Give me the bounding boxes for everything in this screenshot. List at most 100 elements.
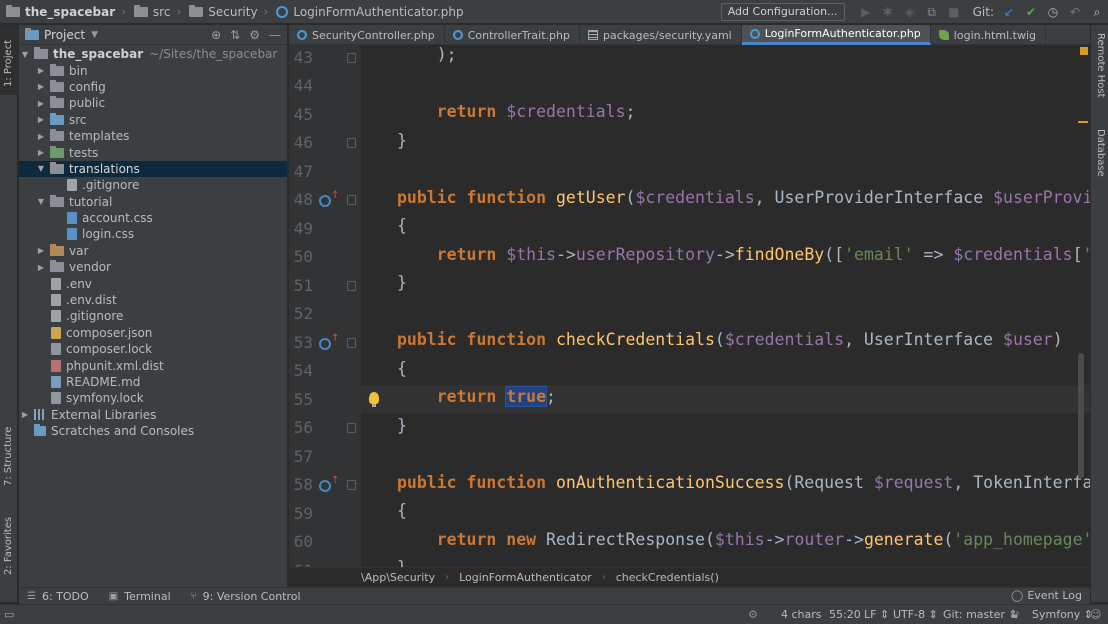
error-stripe-marker[interactable] [1078,121,1088,123]
tree-item[interactable]: ▶ bin [19,62,287,78]
tree-item[interactable]: account.css [19,210,287,226]
database-tool-tab[interactable]: Database [1091,129,1108,199]
fold-marker-icon[interactable] [347,338,356,348]
todo-tool-button[interactable]: ☰ 6: TODO [27,590,89,603]
implements-method-icon[interactable] [319,195,331,207]
lightbulb-icon[interactable] [369,392,379,407]
chevron-down-icon[interactable]: ▼ [35,197,47,206]
tree-item-selected[interactable]: ▼ translations [19,160,287,178]
terminal-tool-button[interactable]: ▣ Terminal [109,590,171,603]
implements-method-icon[interactable] [319,480,331,492]
chevron-right-icon[interactable]: ▶ [35,148,47,157]
chevron-right-icon[interactable]: ▶ [35,132,47,141]
gear-icon[interactable]: ⚙ [249,28,260,42]
tree-item[interactable]: .env [19,275,287,291]
chevron-right-icon[interactable]: ▶ [19,410,31,419]
hide-icon[interactable]: — [269,28,281,42]
editor-scrollbar[interactable] [1078,353,1084,478]
tree-item[interactable]: README.md [19,374,287,390]
stop-icon[interactable]: ■ [943,0,965,24]
debug-icon[interactable]: ✱ [877,0,899,24]
event-log-button[interactable]: ◯ Event Log [1011,589,1082,602]
tree-item[interactable]: .gitignore [19,177,287,193]
tree-item[interactable]: ▶ public [19,95,287,111]
structure-tool-tab[interactable]: 7: Structure [0,420,18,495]
inspector-icon[interactable]: ☺ [1090,608,1101,621]
chevron-down-icon[interactable]: ▼ [35,164,47,173]
framework-selector[interactable]: Symfony ⇕ [1032,608,1093,621]
tree-item[interactable]: Scratches and Consoles [19,423,287,439]
tab-security-yaml[interactable]: packages/security.yaml [580,25,742,45]
tree-item[interactable]: ▶ templates [19,128,287,144]
tree-item[interactable]: ▶ tests [19,144,287,160]
tree-item[interactable]: phpunit.xml.dist [19,357,287,373]
breadcrumb-security[interactable]: Security [183,0,261,24]
breadcrumb-project[interactable]: the_spacebar [0,0,119,24]
favorites-tool-tab[interactable]: 2: Favorites [0,505,18,580]
project-tool-tab[interactable]: 1: Project [0,25,18,95]
search-everywhere-icon[interactable]: ⌕ [1086,0,1108,24]
add-configuration-button[interactable]: Add Configuration... [720,3,845,21]
tree-item[interactable]: ▼ the_spacebar ~/Sites/the_spacebar [19,46,287,62]
breadcrumb-file[interactable]: LoginFormAuthenticator.php [270,0,467,24]
implements-method-icon[interactable] [319,338,331,350]
lock-icon[interactable]: 🔓︎ [1012,608,1019,622]
chevron-right-icon[interactable]: ▶ [35,246,47,255]
fold-marker-icon[interactable] [347,138,356,148]
remote-host-tool-tab[interactable]: Remote Host [1091,33,1108,113]
fold-marker-icon[interactable] [347,281,356,291]
fold-marker-icon[interactable] [347,480,356,490]
git-update-icon[interactable]: ↙ [998,0,1020,24]
tab-controllertrait[interactable]: ControllerTrait.php [445,25,580,45]
git-revert-icon[interactable]: ↶ [1064,0,1086,24]
code-area[interactable]: ); return $credentials; } public functio… [361,45,1090,567]
tree-item[interactable]: composer.lock [19,341,287,357]
chevron-down-icon[interactable]: ▼ [91,30,98,40]
coverage-icon[interactable]: ◈ [899,0,921,24]
git-commit-icon[interactable]: ✔ [1020,0,1042,24]
profile-icon[interactable]: ⧉ [921,0,943,24]
locate-icon[interactable]: ⊕ [211,28,221,42]
breadcrumb-src[interactable]: src [128,0,175,24]
breadcrumb-method[interactable]: checkCredentials() [616,571,719,584]
code-editor[interactable]: 43 44 45 46 47 48 49 50 51 52 53 54 55 5… [289,45,1090,567]
chevron-right-icon[interactable]: ▶ [35,82,47,91]
chevron-right-icon[interactable]: ▶ [35,263,47,272]
tree-item[interactable]: ▼ tutorial [19,194,287,210]
project-view-selector[interactable]: Project [44,28,85,42]
chevron-right-icon[interactable]: ▶ [35,66,47,75]
chevron-down-icon[interactable]: ▼ [19,50,31,59]
fold-marker-icon[interactable] [347,53,356,63]
fold-marker-icon[interactable] [347,195,356,205]
line-separator-selector[interactable]: LF ⇕ [864,608,889,621]
warning-marker-icon[interactable] [1080,47,1088,55]
memory-indicator-icon[interactable]: ⚙ [748,608,758,621]
breadcrumb-class[interactable]: LoginFormAuthenticator [459,571,592,584]
tree-item[interactable]: ▶ vendor [19,259,287,275]
run-icon[interactable]: ▶ [855,0,877,24]
fold-marker-icon[interactable] [347,423,356,433]
tree-item[interactable]: symfony.lock [19,390,287,406]
status-bar: ▭ ⚙ 4 chars 55:20 LF ⇕ UTF-8 ⇕ Git: mast… [0,604,1108,624]
tree-item[interactable]: ▶ config [19,79,287,95]
tree-item[interactable]: ▶ src [19,112,287,128]
collapse-all-icon[interactable]: ⇅ [230,28,240,42]
tab-loginformauthenticator[interactable]: LoginFormAuthenticator.php [741,25,931,45]
tree-item[interactable]: ▶ External Libraries [19,407,287,423]
toggle-tool-windows-icon[interactable]: ▭ [4,608,14,621]
tree-item[interactable]: ▶ var [19,243,287,259]
chevron-right-icon[interactable]: ▶ [35,99,47,108]
tab-login-twig[interactable]: login.html.twig [931,25,1046,45]
tree-item[interactable]: .env.dist [19,292,287,308]
chevron-right-icon[interactable]: ▶ [35,115,47,124]
git-history-icon[interactable]: ◷ [1042,0,1064,24]
tree-item[interactable]: login.css [19,226,287,242]
caret-position[interactable]: 55:20 [829,608,861,621]
tree-item[interactable]: .gitignore [19,308,287,324]
tree-item[interactable]: composer.json [19,325,287,341]
version-control-tool-button[interactable]: ⑂ 9: Version Control [191,590,301,603]
breadcrumb-namespace[interactable]: \App\Security [361,571,435,584]
encoding-selector[interactable]: UTF-8 ⇕ [893,608,938,621]
tab-securitycontroller[interactable]: SecurityController.php [289,25,445,45]
git-branch-selector[interactable]: Git: master ⇕ [943,608,1018,621]
